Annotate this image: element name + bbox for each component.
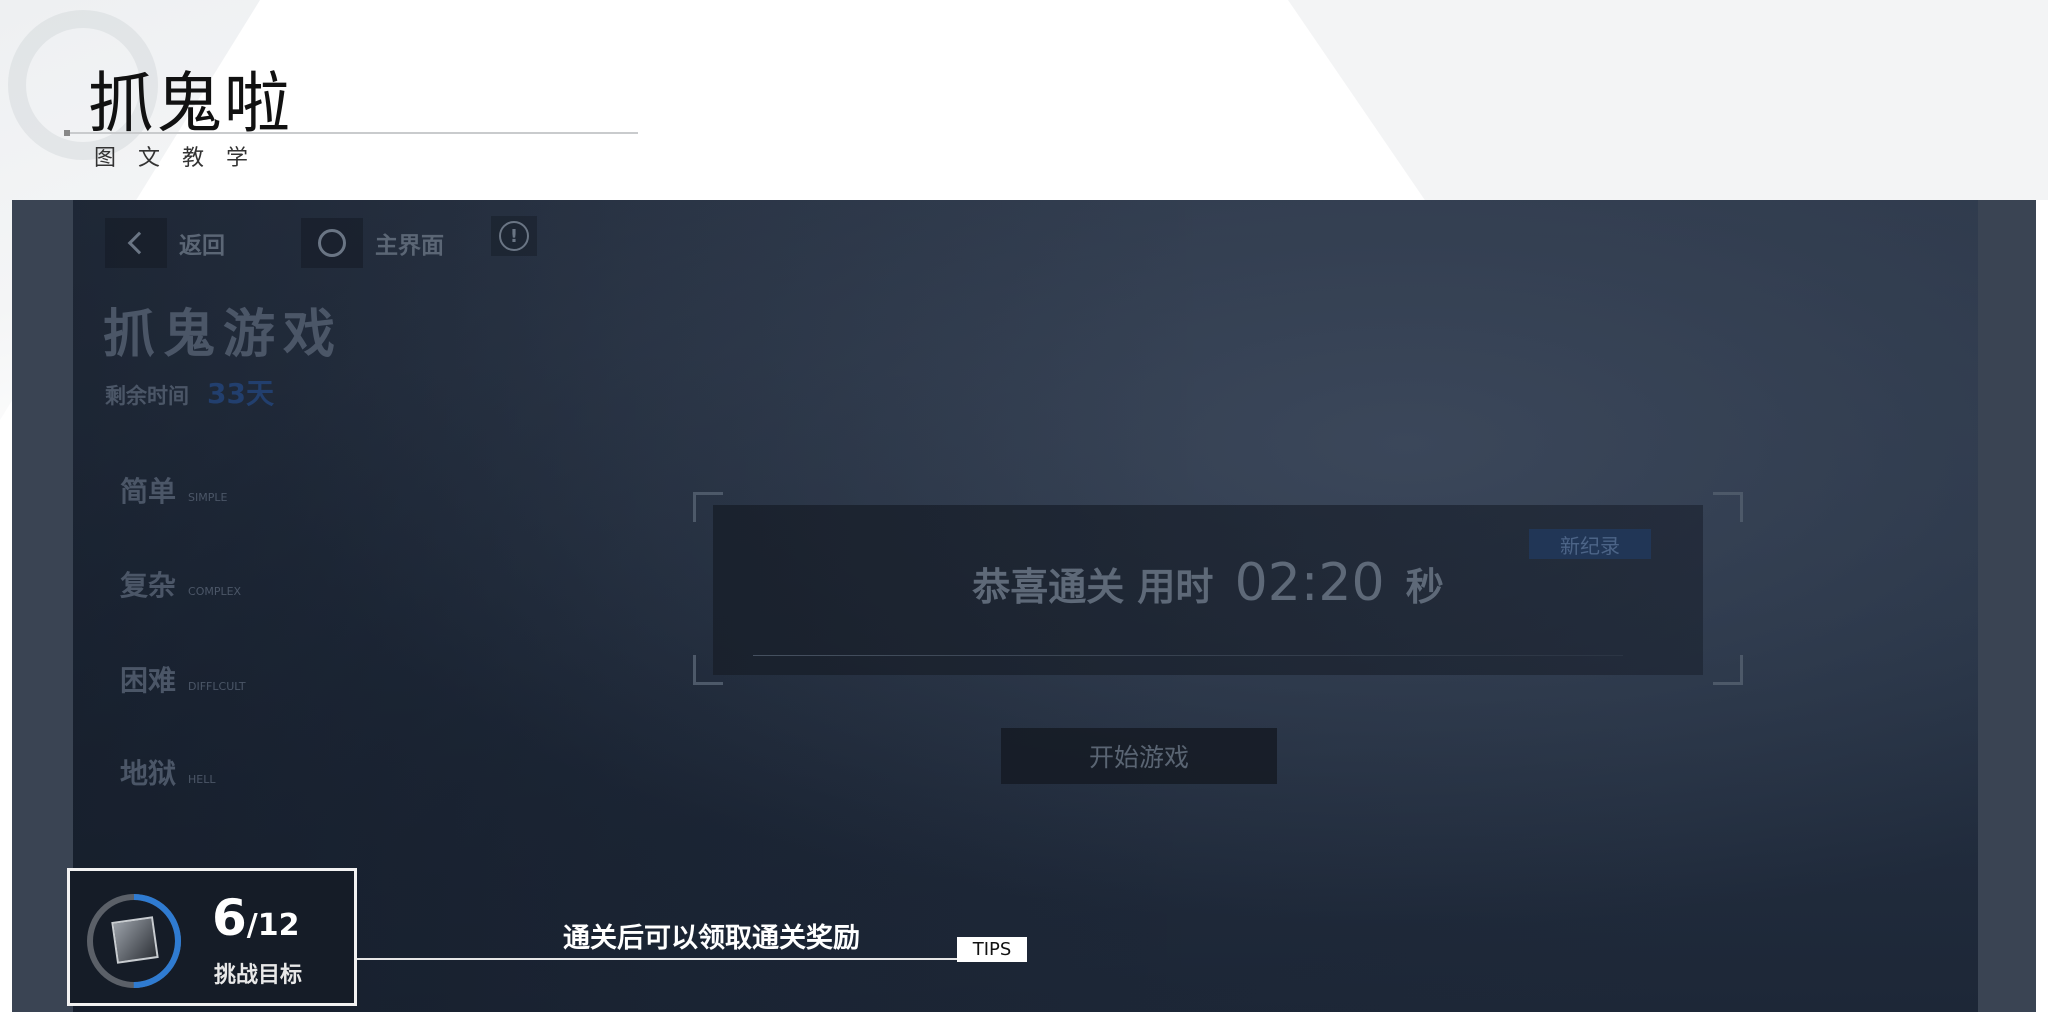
difficulty-en-label: COMPLEX — [188, 585, 242, 598]
tip-leader-line — [357, 958, 957, 960]
home-button[interactable]: 主界面 — [301, 218, 444, 268]
card-corner — [1713, 655, 1743, 685]
remaining-time: 剩余时间 33天 — [105, 372, 274, 412]
header-decoration-right — [1288, 0, 2048, 200]
page-subtitle: 图文教学 — [94, 146, 271, 171]
game-screen: 返回 主界面 ! 抓鬼游戏 剩余时间 33天 简单 SIMPLE 复杂 COMP… — [73, 200, 1978, 1012]
treasure-box-icon — [111, 916, 159, 964]
result-card: 新纪录 恭喜通关 用时 02:20 秒 — [713, 505, 1703, 675]
difficulty-en-label: DIFFLCULT — [188, 680, 246, 693]
difficulty-en-label: HELL — [188, 773, 216, 786]
back-label: 返回 — [179, 233, 225, 259]
result-message: 恭喜通关 用时 02:20 秒 — [713, 553, 1703, 613]
difficulty-en-label: SIMPLE — [188, 491, 228, 504]
remaining-label: 剩余时间 — [105, 384, 189, 408]
difficulty-label: 复杂 — [120, 569, 177, 602]
difficulty-complex[interactable]: 复杂 COMPLEX — [120, 564, 241, 604]
challenge-goal-box[interactable]: 6/12 挑战目标 — [67, 868, 357, 1006]
challenge-current: 6 — [212, 889, 247, 947]
back-button[interactable]: 返回 — [105, 218, 225, 268]
info-button[interactable]: ! — [491, 216, 537, 256]
result-prefix: 恭喜通关 用时 — [972, 565, 1214, 609]
difficulty-simple[interactable]: 简单 SIMPLE — [120, 470, 227, 510]
game-title: 抓鬼游戏 — [103, 305, 344, 365]
home-ring-icon — [318, 229, 346, 257]
difficulty-hell[interactable]: 地狱 HELL — [120, 752, 216, 792]
remaining-value: 33天 — [207, 377, 274, 410]
difficulty-hard[interactable]: 困难 DIFFLCULT — [120, 659, 246, 699]
result-suffix: 秒 — [1405, 565, 1444, 609]
exclamation-icon: ! — [499, 221, 529, 251]
challenge-total: /12 — [246, 908, 300, 943]
title-divider — [64, 130, 638, 136]
tip-text: 通关后可以领取通关奖励 — [563, 923, 860, 954]
tips-tag: TIPS — [957, 937, 1027, 962]
result-time: 02:20 — [1234, 553, 1385, 613]
difficulty-label: 简单 — [120, 475, 177, 508]
difficulty-label: 地狱 — [120, 757, 177, 790]
challenge-count: 6/12 — [212, 889, 300, 947]
card-corner — [1713, 492, 1743, 522]
result-divider — [753, 655, 1623, 656]
home-label: 主界面 — [375, 233, 444, 259]
challenge-label: 挑战目标 — [214, 963, 303, 988]
difficulty-label: 困难 — [120, 664, 177, 697]
start-game-button[interactable]: 开始游戏 — [1001, 728, 1277, 784]
chevron-left-icon — [127, 231, 151, 255]
